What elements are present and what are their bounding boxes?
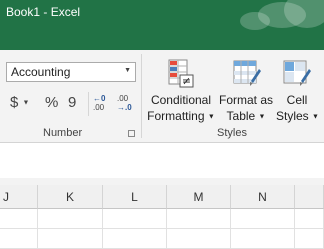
format-as-table-label-line2: Table bbox=[226, 109, 256, 123]
formula-gap bbox=[0, 178, 324, 185]
format-as-table-label-line1: Format as bbox=[218, 93, 273, 107]
decrease-decimal-digits: .00 bbox=[117, 94, 129, 103]
divider bbox=[88, 92, 89, 116]
format-as-table-button[interactable]: Format as Table ▼ bbox=[216, 56, 276, 136]
column-header-n[interactable]: N bbox=[231, 185, 295, 209]
cell-styles-button[interactable]: Cell Styles ▼ bbox=[276, 56, 319, 136]
increase-decimal-digits: .00 bbox=[93, 103, 105, 112]
cell[interactable] bbox=[295, 229, 324, 249]
chevron-down-icon: ▼ bbox=[22, 99, 30, 107]
comma-icon: 9 bbox=[68, 94, 77, 111]
title-bar: Book1 - Excel bbox=[0, 0, 324, 50]
percent-style-button[interactable]: % bbox=[45, 94, 63, 116]
decrease-decimal-icon: →.0 bbox=[117, 103, 132, 112]
window-title: Book1 - Excel bbox=[6, 5, 81, 19]
conditional-formatting-button[interactable]: ≠ Conditional Formatting ▼ bbox=[146, 56, 216, 136]
cell-styles-label-line2: Styles bbox=[276, 109, 309, 123]
cell[interactable] bbox=[231, 229, 295, 249]
cell[interactable] bbox=[0, 209, 38, 229]
conditional-formatting-icon: ≠ bbox=[168, 59, 194, 88]
ribbon: Accounting ▼ $ ▼ % 9 ←0 .00 .00 →.0 Numb… bbox=[0, 50, 324, 143]
accounting-format-button[interactable]: $ ▼ bbox=[10, 94, 40, 116]
cell[interactable] bbox=[38, 209, 103, 229]
column-header-k[interactable]: K bbox=[38, 185, 103, 209]
increase-decimal-icon: ←0 bbox=[93, 94, 106, 103]
percent-icon: % bbox=[45, 94, 59, 111]
formula-bar[interactable] bbox=[0, 143, 324, 179]
conditional-formatting-label-line2: Formatting bbox=[147, 109, 205, 123]
cell[interactable] bbox=[167, 229, 231, 249]
svg-text:≠: ≠ bbox=[182, 75, 191, 88]
cloud-decoration bbox=[240, 12, 270, 30]
comma-style-button[interactable]: 9 bbox=[68, 94, 84, 116]
dollar-icon: $ bbox=[10, 94, 19, 111]
column-header-l[interactable]: L bbox=[103, 185, 167, 209]
cell[interactable] bbox=[0, 229, 38, 249]
group-divider bbox=[141, 54, 142, 138]
column-header-m[interactable]: M bbox=[167, 185, 231, 209]
cell[interactable] bbox=[231, 209, 295, 229]
column-header-partial[interactable] bbox=[295, 185, 324, 209]
number-format-value: Accounting bbox=[11, 65, 71, 79]
cell[interactable] bbox=[167, 209, 231, 229]
cell[interactable] bbox=[103, 229, 167, 249]
cell-styles-label-line1: Cell bbox=[286, 93, 308, 107]
styles-group-label: Styles bbox=[217, 127, 247, 139]
column-header-j[interactable]: J bbox=[0, 185, 38, 209]
cell[interactable] bbox=[103, 209, 167, 229]
chevron-down-icon: ▼ bbox=[207, 113, 215, 121]
increase-decimal-button[interactable]: ←0 .00 bbox=[93, 94, 115, 116]
chevron-down-icon: ▼ bbox=[312, 113, 319, 121]
chevron-down-icon: ▼ bbox=[258, 113, 266, 121]
decrease-decimal-button[interactable]: .00 →.0 bbox=[117, 94, 139, 116]
cell-styles-icon bbox=[283, 60, 311, 86]
format-as-table-icon bbox=[233, 60, 261, 86]
cell[interactable] bbox=[295, 209, 324, 229]
number-group-label: Number bbox=[43, 127, 83, 139]
conditional-formatting-label-line1: Conditional bbox=[150, 93, 212, 107]
dialog-launcher-icon[interactable] bbox=[128, 130, 135, 137]
cell[interactable] bbox=[38, 229, 103, 249]
chevron-down-icon: ▼ bbox=[124, 67, 131, 74]
number-format-dropdown[interactable]: Accounting ▼ bbox=[6, 62, 136, 82]
